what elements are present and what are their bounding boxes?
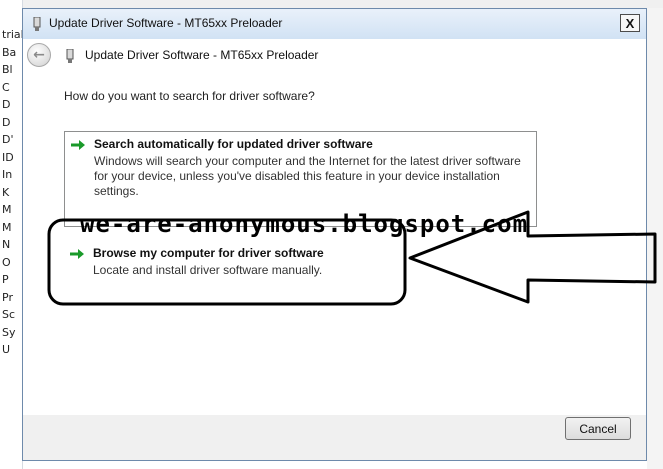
background-list-item: In [2, 168, 13, 181]
dialog-navbar: ← Update Driver Software - MT65xx Preloa… [23, 39, 646, 71]
background-list-item: D' [2, 133, 14, 146]
dialog-title: Update Driver Software - MT65xx Preloade… [49, 16, 283, 30]
question-text: How do you want to search for driver sof… [64, 89, 315, 103]
dialog-titlebar[interactable]: Update Driver Software - MT65xx Preloade… [23, 9, 646, 39]
dialog-footer: Cancel [23, 415, 646, 460]
background-list-item: Ba [2, 45, 17, 59]
background-list-item: D [2, 115, 11, 129]
device-icon [33, 17, 41, 31]
background-list-item: trial [2, 28, 22, 41]
option-title: Search automatically for updated driver … [94, 137, 373, 151]
background-list-item: ID [2, 150, 14, 164]
nav-title: Update Driver Software - MT65xx Preloade… [85, 48, 319, 62]
background-list-item: Sc [2, 308, 16, 321]
option-title: Browse my computer for driver software [93, 246, 324, 260]
watermark-text: we-are-anonymous.blogspot.com [80, 210, 529, 238]
device-icon [66, 49, 74, 63]
green-arrow-icon [70, 249, 84, 259]
background-list-item: Pr [2, 290, 13, 304]
background-list-item: Sy [2, 325, 16, 339]
background-right-edge [647, 8, 663, 469]
green-arrow-icon [71, 140, 85, 150]
background-list-item: P [2, 273, 9, 286]
background-list-item: C [2, 80, 10, 94]
back-arrow-icon: ← [33, 47, 45, 63]
background-list-item: D [2, 98, 11, 111]
background-list-item: M [2, 220, 12, 234]
cancel-button[interactable]: Cancel [565, 417, 631, 440]
option-description: Windows will search your computer and th… [94, 154, 521, 198]
background-device-list: trial Ba Bl C D D D' ID In K M M N O P Pr Sc Sy U [0, 0, 23, 469]
background-list-item: Bl [2, 63, 13, 76]
background-list-item: K [2, 185, 10, 199]
dialog-content: How do you want to search for driver sof… [23, 71, 646, 416]
option-description: Locate and install driver software manua… [93, 263, 323, 277]
close-button[interactable]: X [620, 14, 640, 32]
background-list-item: U [2, 343, 11, 356]
browse-computer-option[interactable]: Browse my computer for driver software L… [64, 241, 537, 287]
background-list-item: N [2, 238, 11, 251]
back-button[interactable]: ← [27, 43, 51, 67]
background-list-item: M [2, 203, 12, 216]
background-list-item: O [2, 255, 11, 269]
